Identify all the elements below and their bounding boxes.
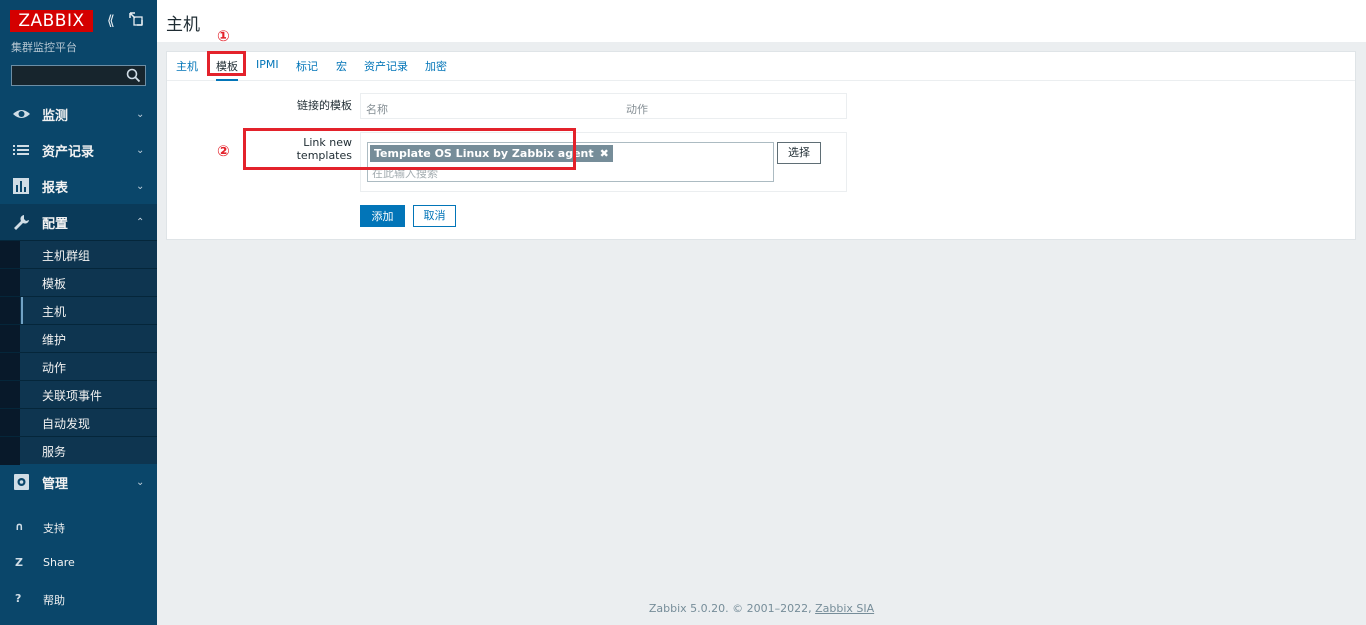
menu-support[interactable]: ∩ 支持: [0, 509, 157, 545]
annotation-step-1: ①: [217, 27, 230, 45]
submenu-rail: [0, 269, 20, 297]
zabbix-logo[interactable]: ZABBIX: [10, 10, 93, 32]
chevron-up-icon: ⌃: [136, 216, 145, 228]
submenu-rail: [0, 409, 20, 437]
gear-icon: [12, 473, 31, 491]
annotation-box-2: [243, 128, 576, 170]
bar-chart-icon: [12, 177, 31, 195]
list-icon: [12, 141, 31, 159]
submenu-discovery[interactable]: 自动发现: [0, 408, 157, 437]
footer-text: Zabbix 5.0.20. © 2001–2022,: [648, 602, 816, 615]
menu-label: 配置: [42, 216, 69, 232]
submenu-maintenance[interactable]: 维护: [0, 324, 157, 353]
submenu-label: 服务: [42, 445, 67, 459]
headset-icon: ∩: [15, 520, 24, 533]
bottom-menu: ∩ 支持 Z Share ? 帮助: [0, 509, 157, 617]
wrench-icon: [12, 213, 31, 231]
chevron-down-icon: ⌄: [136, 144, 145, 156]
menu-help[interactable]: ? 帮助: [0, 581, 157, 617]
linked-templates-label: 链接的模板: [297, 99, 352, 112]
search-icon[interactable]: [126, 68, 141, 83]
tab-bar: 主机 模板 IPMI 标记 宏 资产记录 加密: [167, 52, 1355, 81]
menu-share[interactable]: Z Share: [0, 545, 157, 581]
submenu-rail: [0, 437, 20, 465]
menu-label: 监测: [42, 108, 69, 124]
submenu-services[interactable]: 服务: [0, 436, 157, 465]
submenu-label: 关联项事件: [42, 389, 103, 403]
submenu-rail: [0, 381, 20, 409]
page-header: [157, 0, 1366, 42]
menu-label: 帮助: [43, 594, 65, 607]
sidebar: ZABBIX ⟪ 集群监控平台 监测 ⌄ 资产记录 ⌄ 报表 ⌄ 配置 ⌃ 主机…: [0, 0, 157, 625]
column-header-name: 名称: [366, 103, 388, 116]
submenu-actions[interactable]: 动作: [0, 352, 157, 381]
annotation-box-1: [207, 51, 246, 76]
submenu-event-correlation[interactable]: 关联项事件: [0, 380, 157, 409]
submenu-templates[interactable]: 模板: [0, 268, 157, 297]
eye-icon: [12, 105, 31, 123]
submenu-label: 维护: [42, 333, 67, 347]
tab-host[interactable]: 主机: [176, 58, 198, 74]
select-button[interactable]: 选择: [777, 142, 821, 164]
page-title: 主机: [166, 15, 200, 35]
collapse-sidebar-icon[interactable]: ⟪: [107, 13, 115, 29]
submenu-host-groups[interactable]: 主机群组: [0, 240, 157, 269]
logo-row: ZABBIX ⟪: [0, 0, 157, 34]
cancel-button[interactable]: 取消: [413, 205, 456, 227]
close-icon[interactable]: ✖: [600, 145, 609, 162]
linked-templates-table: 名称 动作: [360, 93, 847, 119]
menu-label: 支持: [43, 522, 65, 535]
menu-reports[interactable]: 报表 ⌄: [0, 168, 157, 204]
sidebar-search-input[interactable]: [11, 65, 146, 86]
chevron-down-icon: ⌄: [136, 476, 145, 488]
column-header-action: 动作: [626, 103, 648, 116]
submenu-rail: [0, 241, 20, 269]
annotation-step-2: ②: [217, 142, 230, 160]
app-subtitle: 集群监控平台: [11, 41, 77, 54]
submenu-rail: [0, 325, 20, 353]
tab-tags[interactable]: 标记: [296, 58, 318, 74]
submenu-rail: [0, 297, 20, 325]
submenu-label: 主机群组: [42, 249, 91, 263]
tab-encryption[interactable]: 加密: [425, 58, 447, 74]
footer-link[interactable]: Zabbix SIA: [815, 602, 874, 615]
menu-label: Share: [43, 556, 75, 569]
menu-configuration[interactable]: 配置 ⌃: [0, 204, 157, 240]
submenu-label: 主机: [42, 305, 67, 319]
configuration-submenu: 主机群组 模板 主机 维护 动作 关联项事件 自动发现 服务: [0, 240, 157, 465]
help-icon: ?: [15, 592, 22, 605]
kiosk-mode-icon[interactable]: [129, 12, 143, 26]
chevron-down-icon: ⌄: [136, 108, 145, 120]
tab-inventory[interactable]: 资产记录: [364, 58, 408, 74]
add-button[interactable]: 添加: [360, 205, 405, 227]
menu-administration[interactable]: 管理 ⌄: [0, 464, 157, 500]
submenu-hosts[interactable]: 主机: [0, 296, 157, 325]
tab-ipmi[interactable]: IPMI: [256, 58, 279, 71]
menu-label: 管理: [42, 476, 69, 492]
menu-label: 资产记录: [42, 144, 95, 160]
footer: Zabbix 5.0.20. © 2001–2022, Zabbix SIA: [157, 602, 1366, 615]
chevron-down-icon: ⌄: [136, 180, 145, 192]
submenu-label: 动作: [42, 361, 67, 375]
submenu-label: 自动发现: [42, 417, 91, 431]
main-menu: 监测 ⌄ 资产记录 ⌄ 报表 ⌄ 配置 ⌃ 主机群组 模板 主机 维护 动作 关…: [0, 96, 157, 500]
menu-monitoring[interactable]: 监测 ⌄: [0, 96, 157, 132]
tab-macros[interactable]: 宏: [336, 58, 347, 74]
submenu-label: 模板: [42, 277, 67, 291]
menu-inventory[interactable]: 资产记录 ⌄: [0, 132, 157, 168]
menu-label: 报表: [42, 180, 69, 196]
submenu-rail: [0, 353, 20, 381]
share-icon: Z: [15, 556, 23, 569]
